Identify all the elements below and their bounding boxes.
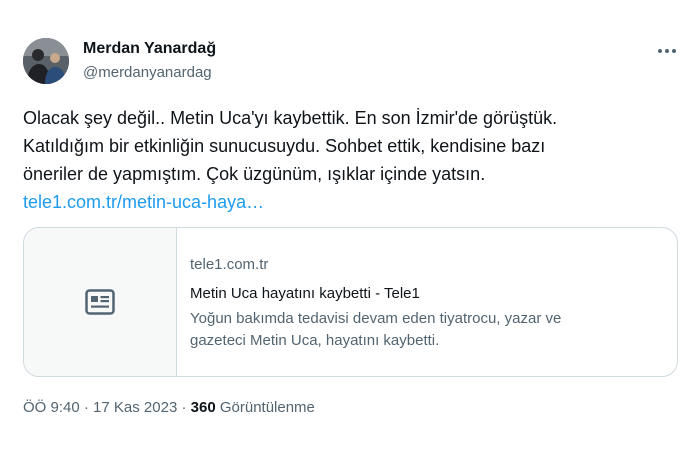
- card-description-line: gazeteci Metin Uca, hayatını kaybetti.: [190, 332, 440, 349]
- more-dot: [665, 49, 669, 53]
- profile-photo-icon: [23, 38, 69, 84]
- more-dot: [672, 49, 676, 53]
- tweet-text-line: Katıldığım bir etkinliğin sunucusuydu. S…: [23, 136, 546, 156]
- views-label: Görüntülenme: [219, 399, 315, 416]
- tweet-time[interactable]: ÖÖ 9:40: [23, 399, 80, 416]
- card-thumbnail: [24, 228, 177, 376]
- tweet: Merdan Yanardağ @merdanyanardag Olacak ş…: [0, 0, 690, 450]
- card-title: Metin Uca hayatını kaybetti - Tele1: [190, 285, 420, 302]
- tweet-text-line: Olacak şey değil.. Metin Uca'yı kaybetti…: [23, 108, 558, 128]
- tweet-link[interactable]: tele1.com.tr/metin-uca-haya…: [23, 192, 264, 212]
- link-preview-card[interactable]: tele1.com.tr Metin Uca hayatını kaybetti…: [23, 227, 678, 377]
- card-body: tele1.com.tr Metin Uca hayatını kaybetti…: [190, 255, 665, 352]
- display-name[interactable]: Merdan Yanardağ: [83, 40, 216, 58]
- meta-separator: ·: [181, 399, 187, 416]
- tweet-date[interactable]: 17 Kas 2023: [93, 399, 177, 416]
- user-handle[interactable]: @merdanyanardag: [83, 64, 212, 81]
- tweet-meta: ÖÖ 9:40 · 17 Kas 2023 · 360 Görüntülenme: [23, 399, 315, 416]
- tweet-text-line: öneriler de yapmıştım. Çok üzgünüm, ışık…: [23, 164, 486, 184]
- card-description-line: Yoğun bakımda tedavisi devam eden tiyatr…: [190, 310, 562, 327]
- avatar[interactable]: [23, 38, 69, 84]
- views-count: 360: [190, 399, 216, 416]
- more-options-button[interactable]: [652, 40, 682, 62]
- tweet-text: Olacak şey değil.. Metin Uca'yı kaybetti…: [23, 104, 673, 216]
- card-domain: tele1.com.tr: [190, 256, 269, 273]
- card-description: Yoğun bakımda tedavisi devam eden tiyatr…: [190, 308, 665, 352]
- article-icon: [85, 289, 115, 315]
- more-horizontal-icon: [658, 49, 662, 53]
- meta-separator: ·: [83, 399, 89, 416]
